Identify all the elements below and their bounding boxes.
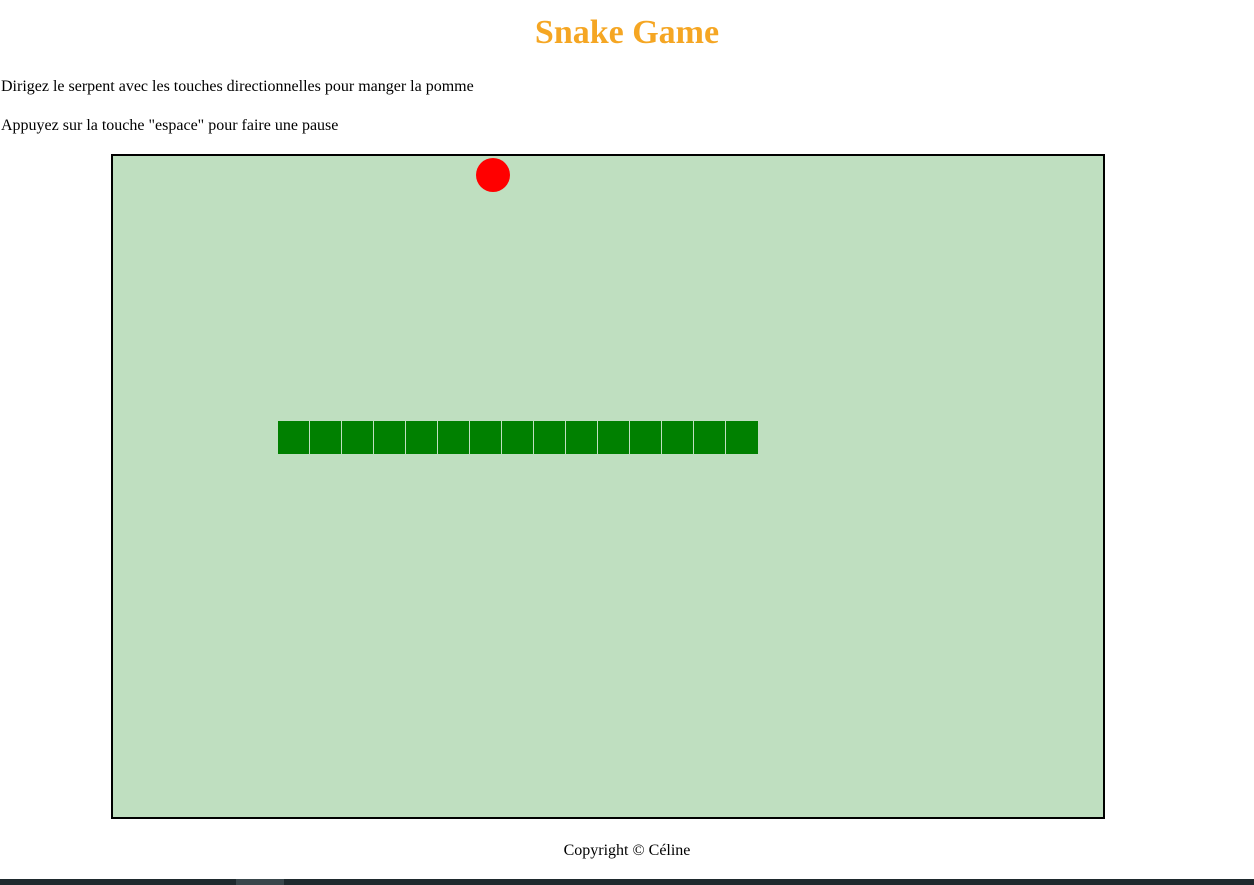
- snake-segment: [566, 421, 598, 454]
- snake-segment: [726, 421, 758, 454]
- snake-segment: [534, 421, 566, 454]
- snake: [278, 421, 758, 454]
- taskbar-item[interactable]: [236, 879, 284, 885]
- snake-segment: [278, 421, 310, 454]
- page-title: Snake Game: [534, 14, 720, 51]
- instruction-pause: Appuyez sur la touche "espace" pour fair…: [1, 117, 339, 134]
- page: Snake Game Dirigez le serpent avec les t…: [0, 0, 1254, 885]
- snake-segment: [310, 421, 342, 454]
- apple: [476, 158, 510, 192]
- snake-segment: [662, 421, 694, 454]
- snake-segment: [694, 421, 726, 454]
- game-canvas[interactable]: [111, 154, 1105, 819]
- snake-segment: [374, 421, 406, 454]
- snake-segment: [630, 421, 662, 454]
- instruction-movement: Dirigez le serpent avec les touches dire…: [1, 78, 474, 95]
- snake-segment: [438, 421, 470, 454]
- snake-segment: [598, 421, 630, 454]
- copyright-footer: Copyright © Céline: [563, 842, 691, 859]
- snake-segment: [406, 421, 438, 454]
- snake-segment: [342, 421, 374, 454]
- snake-segment: [502, 421, 534, 454]
- taskbar: [0, 879, 1254, 885]
- snake-segment: [470, 421, 502, 454]
